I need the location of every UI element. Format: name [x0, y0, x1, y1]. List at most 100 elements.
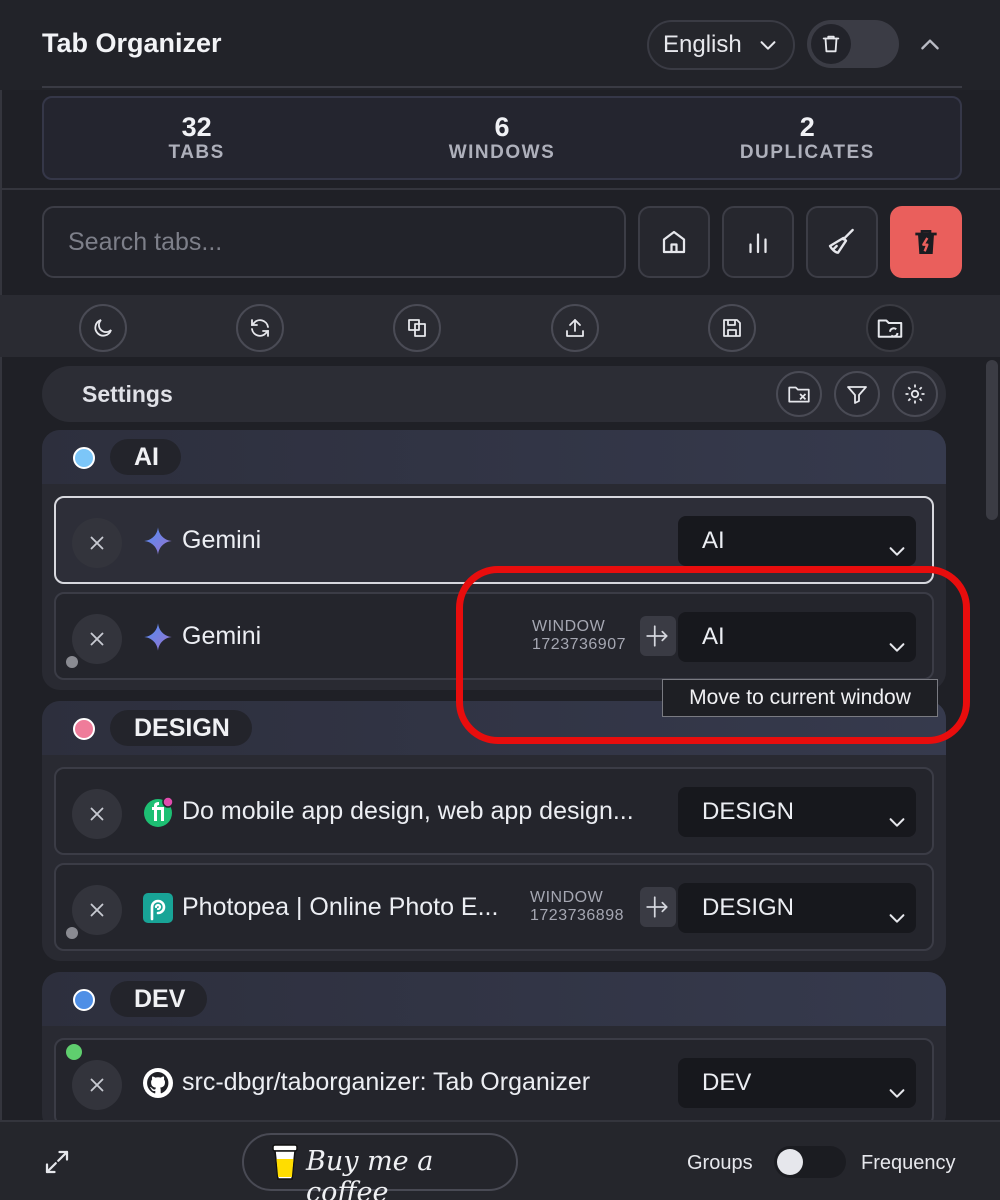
- search-input[interactable]: [42, 206, 626, 278]
- upload-icon: [566, 319, 584, 337]
- stat-label: WINDOWS: [448, 142, 556, 163]
- group-header: DEV: [42, 972, 946, 1026]
- frequency-mode-label: Frequency: [861, 1152, 956, 1174]
- expand-icon[interactable]: [42, 1147, 72, 1177]
- close-tab-button[interactable]: [72, 518, 122, 568]
- window-label: WINDOW: [530, 889, 604, 906]
- group-ai: AI Gemini AI Gemini WINDOW 1723736907 AI: [42, 430, 946, 690]
- view-mode-toggle[interactable]: [774, 1146, 846, 1178]
- groups-mode-label: Groups: [687, 1152, 753, 1174]
- group-select[interactable]: AI: [678, 516, 916, 566]
- window-id: 1723736898: [530, 907, 624, 924]
- scrollbar-thumb[interactable]: [986, 360, 998, 520]
- tab-row[interactable]: src-dbgr/taborganizer: Tab Organizer DEV: [54, 1038, 934, 1126]
- group-color-dot[interactable]: [73, 718, 95, 740]
- group-name[interactable]: AI: [110, 439, 181, 475]
- duplicate-button[interactable]: [393, 304, 441, 352]
- inactive-status-dot: [66, 927, 78, 939]
- window-id: 1723736907: [532, 636, 626, 653]
- group-select[interactable]: DEV: [678, 1058, 916, 1108]
- move-to-window-button[interactable]: [640, 616, 676, 656]
- stat-label: DUPLICATES: [739, 142, 875, 163]
- home-icon: [662, 230, 686, 254]
- header-divider: [42, 86, 962, 88]
- auto-delete-toggle[interactable]: [807, 20, 899, 68]
- move-to-window-button[interactable]: [640, 887, 676, 927]
- broom-icon: [828, 228, 854, 254]
- window-label: WINDOW: [532, 618, 606, 635]
- trash-bolt-icon: [915, 230, 937, 254]
- group-select[interactable]: AI: [678, 612, 916, 662]
- tab-title: Photopea | Online Photo E...: [182, 893, 499, 921]
- group-select-value: AI: [702, 527, 725, 554]
- folder-close-icon: [788, 386, 810, 403]
- inactive-status-dot: [66, 656, 78, 668]
- home-button[interactable]: [638, 206, 710, 278]
- close-tab-button[interactable]: [72, 885, 122, 935]
- dark-mode-button[interactable]: [79, 304, 127, 352]
- chevron-up-icon[interactable]: [914, 30, 946, 60]
- chevron-down-icon: [886, 530, 908, 580]
- duplicate-icon: [408, 319, 426, 337]
- filter-button[interactable]: [834, 371, 880, 417]
- tab-row[interactable]: Gemini WINDOW 1723736907 AI: [54, 592, 934, 680]
- gear-icon: [905, 384, 925, 404]
- tab-title: Do mobile app design, web app design...: [182, 797, 634, 825]
- window-info: WINDOW 1723736907: [532, 618, 626, 654]
- tab-row[interactable]: Gemini AI: [54, 496, 934, 584]
- tab-row[interactable]: Do mobile app design, web app design... …: [54, 767, 934, 855]
- group-select[interactable]: DESIGN: [678, 787, 916, 837]
- group-select-value: DEV: [702, 1069, 752, 1096]
- group-color-dot[interactable]: [73, 989, 95, 1011]
- language-select[interactable]: English: [647, 20, 795, 70]
- trash-icon: [811, 24, 851, 64]
- group-select-value: DESIGN: [702, 894, 795, 921]
- close-icon: [90, 536, 104, 550]
- close-tab-button[interactable]: [72, 789, 122, 839]
- tab-title: Gemini: [182, 526, 262, 554]
- group-name[interactable]: DEV: [110, 981, 208, 1017]
- group-select-value: DESIGN: [702, 798, 795, 825]
- group-dev: DEV src-dbgr/taborganizer: Tab Organizer…: [42, 972, 946, 1132]
- close-tab-button[interactable]: [72, 1060, 122, 1110]
- moon-icon: [94, 319, 112, 337]
- close-groups-button[interactable]: [776, 371, 822, 417]
- stat-tabs: 32 TABS: [44, 98, 349, 178]
- clean-button[interactable]: [806, 206, 878, 278]
- group-header: AI: [42, 430, 946, 484]
- group-name[interactable]: DESIGN: [110, 710, 252, 746]
- refresh-button[interactable]: [236, 304, 284, 352]
- chevron-down-icon: [886, 801, 908, 851]
- tab-title: src-dbgr/taborganizer: Tab Organizer: [182, 1068, 591, 1096]
- group-design: DESIGN Do mobile app design, web app des…: [42, 701, 946, 961]
- chevron-down-icon: [886, 897, 908, 947]
- export-button[interactable]: [551, 304, 599, 352]
- group-select[interactable]: DESIGN: [678, 883, 916, 933]
- photopea-icon: [142, 892, 174, 924]
- window-info: WINDOW 1723736898: [530, 889, 624, 925]
- language-value: English: [663, 31, 742, 58]
- refresh-icon: [251, 319, 269, 337]
- close-tab-button[interactable]: [72, 614, 122, 664]
- close-icon: [90, 1078, 104, 1092]
- save-button[interactable]: [708, 304, 756, 352]
- stats-button[interactable]: [722, 206, 794, 278]
- stat-value: 2: [799, 112, 815, 142]
- move-tooltip: Move to current window: [662, 679, 938, 717]
- group-select-value: AI: [702, 623, 725, 650]
- group-color-dot[interactable]: [73, 447, 95, 469]
- settings-button[interactable]: [892, 371, 938, 417]
- stat-duplicates: 2 DUPLICATES: [655, 98, 960, 178]
- stats-panel: 32 TABS 6 WINDOWS 2 DUPLICATES: [42, 96, 962, 180]
- gemini-icon: [142, 525, 174, 557]
- folder-sync-button[interactable]: [866, 304, 914, 352]
- section-divider: [0, 188, 1000, 190]
- buy-me-a-coffee-button[interactable]: Buy me a coffee: [242, 1133, 518, 1200]
- save-icon: [723, 319, 741, 337]
- close-icon: [90, 632, 104, 646]
- close-all-button[interactable]: [890, 206, 962, 278]
- fiverr-icon: [142, 796, 174, 828]
- chevron-down-icon: [757, 34, 779, 63]
- tab-row[interactable]: Photopea | Online Photo E... WINDOW 1723…: [54, 863, 934, 951]
- stat-windows: 6 WINDOWS: [349, 98, 654, 178]
